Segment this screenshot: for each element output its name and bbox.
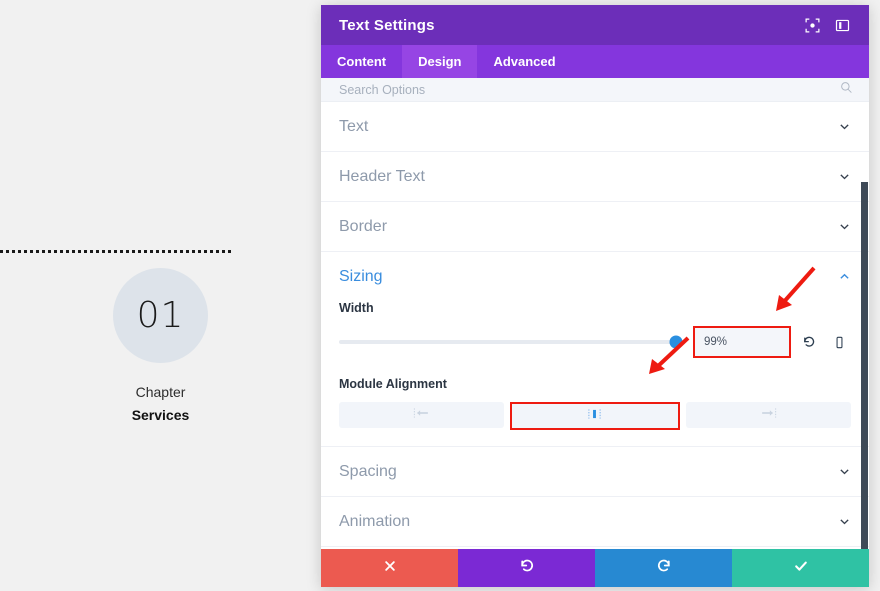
chapter-title: Services xyxy=(131,407,190,423)
section-animation-label: Animation xyxy=(339,512,411,530)
focus-expand-icon[interactable] xyxy=(799,12,825,38)
search-input[interactable]: Search Options xyxy=(339,83,840,97)
dotted-divider xyxy=(0,250,231,253)
page-preview: 01 Chapter Services xyxy=(0,0,321,591)
module-alignment-label: Module Alignment xyxy=(339,377,447,391)
section-header-text: Header Text xyxy=(321,152,869,202)
section-animation-header[interactable]: Animation xyxy=(339,497,851,546)
check-icon xyxy=(793,558,809,579)
section-sizing-header[interactable]: Sizing xyxy=(339,252,851,301)
width-value-highlight: 99% xyxy=(693,326,791,358)
tab-advanced[interactable]: Advanced xyxy=(477,45,571,78)
chapter-module: 01 Chapter Services xyxy=(0,268,321,423)
width-label: Width xyxy=(339,301,374,315)
undo-icon xyxy=(519,558,535,579)
section-sizing-label: Sizing xyxy=(339,267,383,285)
chevron-down-icon xyxy=(838,515,851,528)
width-value-input[interactable]: 99% xyxy=(695,328,789,356)
panel-scrollbar[interactable] xyxy=(861,182,868,549)
panel-header: Text Settings xyxy=(321,5,869,45)
text-settings-panel: Text Settings Content Design Advanced Se… xyxy=(321,5,869,587)
panel-tabs: Content Design Advanced xyxy=(321,45,869,78)
screen: 01 Chapter Services Text Settings Conten… xyxy=(0,0,880,591)
sizing-body: Width 99% Module Alignment xyxy=(339,301,851,446)
section-spacing-header[interactable]: Spacing xyxy=(339,447,851,496)
panel-title: Text Settings xyxy=(339,16,435,34)
align-right-icon xyxy=(760,406,777,424)
section-text-header[interactable]: Text xyxy=(339,102,851,151)
section-border-header[interactable]: Border xyxy=(339,202,851,251)
section-border-label: Border xyxy=(339,217,388,235)
panel-footer xyxy=(321,549,869,587)
align-left-button[interactable] xyxy=(339,402,505,428)
search-options-row[interactable]: Search Options xyxy=(321,78,869,102)
width-slider-handle[interactable] xyxy=(669,335,683,349)
section-spacing-label: Spacing xyxy=(339,462,397,480)
module-alignment-group xyxy=(339,402,851,430)
redo-button[interactable] xyxy=(595,549,732,587)
panel-layout-icon[interactable] xyxy=(829,12,855,38)
cancel-button[interactable] xyxy=(321,549,458,587)
settings-scroll-area: Text Header Text Border Sizing Width 99%… xyxy=(321,102,869,549)
section-header-text-label: Header Text xyxy=(339,167,425,185)
align-center-icon xyxy=(586,407,603,425)
tab-design[interactable]: Design xyxy=(402,45,478,78)
chevron-down-icon xyxy=(838,220,851,233)
close-icon xyxy=(383,559,397,578)
redo-icon xyxy=(656,558,672,579)
section-text-label: Text xyxy=(339,117,369,135)
section-spacing: Spacing xyxy=(321,447,869,497)
width-control-row: 99% xyxy=(339,326,851,358)
tab-content[interactable]: Content xyxy=(321,45,402,78)
section-header-text-header[interactable]: Header Text xyxy=(339,152,851,201)
section-sizing: Sizing Width 99% Module Alignment xyxy=(321,252,869,447)
width-slider[interactable] xyxy=(339,335,683,349)
chevron-up-icon xyxy=(838,270,851,283)
search-icon xyxy=(840,81,853,99)
align-left-icon xyxy=(413,406,430,424)
chapter-number-circle: 01 xyxy=(113,268,208,363)
chapter-number: 01 xyxy=(136,295,185,336)
mobile-device-icon[interactable] xyxy=(827,327,851,357)
section-border: Border xyxy=(321,202,869,252)
align-right-button[interactable] xyxy=(685,402,851,428)
save-button[interactable] xyxy=(732,549,869,587)
align-center-button[interactable] xyxy=(510,402,680,430)
chevron-down-icon xyxy=(838,170,851,183)
chapter-label: Chapter xyxy=(135,384,186,400)
undo-button[interactable] xyxy=(458,549,595,587)
section-animation: Animation xyxy=(321,497,869,547)
chevron-down-icon xyxy=(838,120,851,133)
chevron-down-icon xyxy=(838,465,851,478)
reset-icon[interactable] xyxy=(797,327,821,357)
section-text: Text xyxy=(321,102,869,152)
